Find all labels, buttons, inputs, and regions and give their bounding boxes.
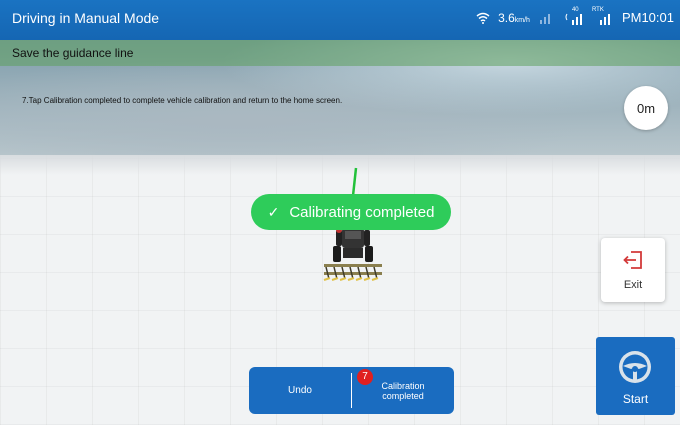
step-badge: 7 (357, 369, 373, 385)
satellite-indicator: 40 (564, 7, 584, 25)
tractor-body (333, 227, 373, 262)
speed-value: 3.6 (498, 10, 515, 25)
calibration-label: Calibration completed (381, 381, 424, 401)
guidance-label: Save the guidance line (12, 46, 134, 60)
clock: PM10:01 (621, 10, 674, 25)
instruction-text: 7.Tap Calibration completed to complete … (22, 96, 343, 105)
cultivator-implement (323, 264, 382, 281)
guidance-bar: Save the guidance line (0, 40, 680, 66)
gps-signal-icon (539, 13, 550, 24)
exit-label: Exit (623, 279, 643, 291)
wifi-icon (476, 12, 490, 24)
speed-readout: 3.6km/h (498, 11, 530, 25)
speed-unit: km/h (514, 16, 530, 24)
exit-icon (623, 251, 642, 269)
steering-wheel-icon (619, 351, 651, 383)
start-button[interactable]: Start (596, 337, 675, 415)
exit-button[interactable]: Exit (601, 238, 665, 302)
calibration-action-bar: Undo 7 Calibration completed (249, 367, 454, 414)
sky-backdrop: Save the guidance line 7.Tap Calibration… (0, 40, 680, 155)
undo-label: Undo (288, 385, 312, 396)
calibration-label-line2: completed (382, 390, 424, 401)
satellite-signal-icon (565, 13, 582, 25)
calibration-completed-button[interactable]: 7 Calibration completed (352, 367, 454, 414)
screen-title: Driving in Manual Mode (12, 10, 160, 26)
toast-text: Calibrating completed (289, 203, 435, 221)
rtk-signal-icon (599, 13, 610, 25)
calibration-label-line1: Calibration (381, 380, 425, 391)
undo-button[interactable]: Undo (249, 367, 351, 414)
start-label: Start (622, 392, 649, 406)
rtk-indicator: RTK (592, 7, 614, 25)
status-indicators: 3.6km/h 40 RTK PM10:01 (468, 7, 674, 25)
status-bar: Driving in Manual Mode 3.6km/h 40 RTK PM… (0, 0, 680, 40)
check-icon: ✓ (267, 203, 280, 220)
calibration-toast: ✓ Calibrating completed (251, 194, 451, 230)
distance-indicator: 0m (624, 86, 668, 130)
